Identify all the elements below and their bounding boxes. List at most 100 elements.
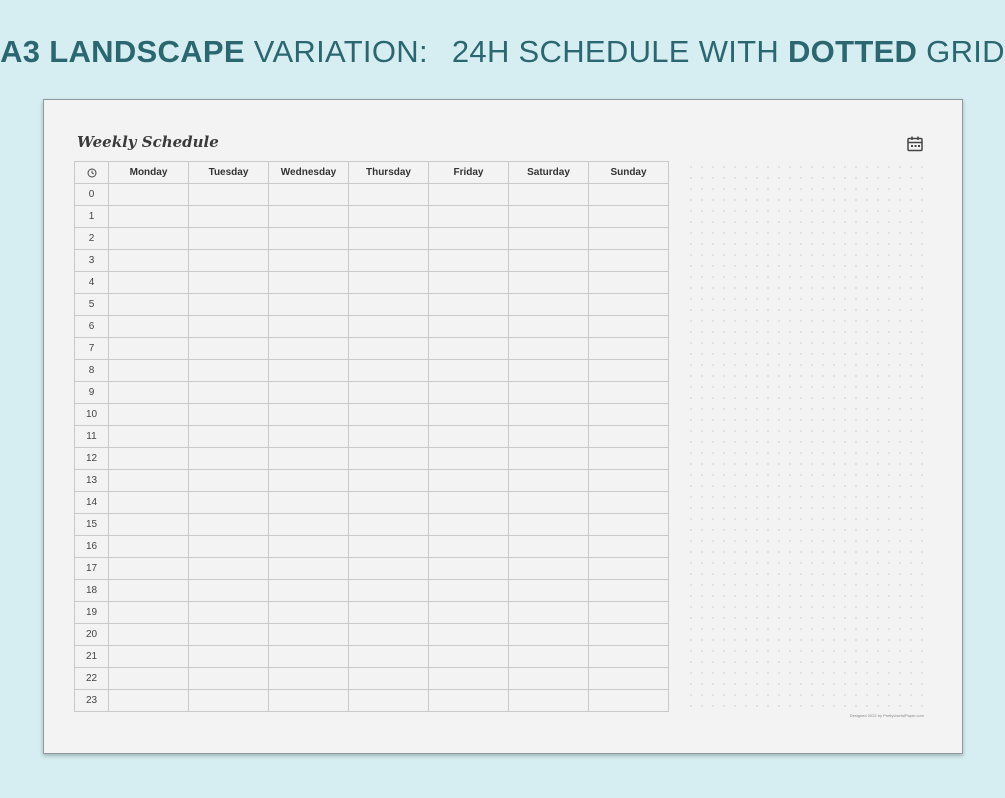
schedule-cell[interactable] — [348, 689, 429, 712]
schedule-cell[interactable] — [268, 315, 349, 338]
schedule-cell[interactable] — [428, 183, 509, 206]
schedule-cell[interactable] — [348, 447, 429, 470]
schedule-cell[interactable] — [188, 315, 269, 338]
schedule-cell[interactable] — [508, 623, 589, 646]
schedule-cell[interactable] — [428, 623, 509, 646]
schedule-cell[interactable] — [108, 513, 189, 536]
schedule-cell[interactable] — [588, 425, 669, 448]
schedule-cell[interactable] — [428, 293, 509, 316]
schedule-cell[interactable] — [508, 293, 589, 316]
schedule-cell[interactable] — [188, 381, 269, 404]
schedule-cell[interactable] — [508, 337, 589, 360]
schedule-cell[interactable] — [268, 469, 349, 492]
schedule-cell[interactable] — [588, 689, 669, 712]
schedule-cell[interactable] — [268, 689, 349, 712]
schedule-cell[interactable] — [348, 205, 429, 228]
schedule-cell[interactable] — [588, 535, 669, 558]
schedule-cell[interactable] — [348, 469, 429, 492]
schedule-cell[interactable] — [188, 183, 269, 206]
schedule-cell[interactable] — [428, 645, 509, 668]
schedule-cell[interactable] — [268, 403, 349, 426]
schedule-cell[interactable] — [188, 403, 269, 426]
schedule-cell[interactable] — [508, 183, 589, 206]
schedule-cell[interactable] — [508, 425, 589, 448]
schedule-cell[interactable] — [188, 337, 269, 360]
schedule-cell[interactable] — [588, 601, 669, 624]
schedule-cell[interactable] — [588, 403, 669, 426]
schedule-cell[interactable] — [428, 535, 509, 558]
schedule-cell[interactable] — [108, 601, 189, 624]
schedule-cell[interactable] — [268, 579, 349, 602]
schedule-cell[interactable] — [188, 447, 269, 470]
schedule-cell[interactable] — [428, 491, 509, 514]
schedule-cell[interactable] — [428, 381, 509, 404]
schedule-cell[interactable] — [428, 601, 509, 624]
schedule-cell[interactable] — [108, 271, 189, 294]
schedule-cell[interactable] — [588, 227, 669, 250]
schedule-cell[interactable] — [108, 293, 189, 316]
schedule-cell[interactable] — [588, 557, 669, 580]
schedule-cell[interactable] — [188, 227, 269, 250]
schedule-cell[interactable] — [268, 249, 349, 272]
schedule-cell[interactable] — [268, 447, 349, 470]
schedule-cell[interactable] — [188, 579, 269, 602]
schedule-cell[interactable] — [428, 425, 509, 448]
schedule-cell[interactable] — [428, 359, 509, 382]
schedule-cell[interactable] — [508, 601, 589, 624]
schedule-cell[interactable] — [588, 337, 669, 360]
schedule-cell[interactable] — [508, 447, 589, 470]
schedule-cell[interactable] — [508, 315, 589, 338]
schedule-cell[interactable] — [588, 491, 669, 514]
schedule-cell[interactable] — [188, 359, 269, 382]
schedule-cell[interactable] — [188, 513, 269, 536]
schedule-cell[interactable] — [588, 645, 669, 668]
schedule-cell[interactable] — [108, 359, 189, 382]
schedule-cell[interactable] — [108, 535, 189, 558]
schedule-cell[interactable] — [588, 579, 669, 602]
schedule-cell[interactable] — [108, 447, 189, 470]
schedule-cell[interactable] — [428, 315, 509, 338]
schedule-cell[interactable] — [268, 359, 349, 382]
schedule-cell[interactable] — [108, 227, 189, 250]
schedule-cell[interactable] — [428, 667, 509, 690]
schedule-cell[interactable] — [268, 557, 349, 580]
schedule-cell[interactable] — [188, 689, 269, 712]
schedule-cell[interactable] — [508, 491, 589, 514]
schedule-cell[interactable] — [428, 403, 509, 426]
schedule-cell[interactable] — [348, 557, 429, 580]
schedule-cell[interactable] — [268, 205, 349, 228]
schedule-cell[interactable] — [348, 491, 429, 514]
schedule-cell[interactable] — [428, 249, 509, 272]
schedule-cell[interactable] — [348, 535, 429, 558]
schedule-cell[interactable] — [508, 557, 589, 580]
schedule-cell[interactable] — [508, 579, 589, 602]
schedule-cell[interactable] — [108, 337, 189, 360]
schedule-cell[interactable] — [428, 513, 509, 536]
schedule-cell[interactable] — [588, 293, 669, 316]
schedule-cell[interactable] — [428, 557, 509, 580]
schedule-cell[interactable] — [268, 645, 349, 668]
schedule-cell[interactable] — [188, 535, 269, 558]
schedule-cell[interactable] — [268, 227, 349, 250]
schedule-cell[interactable] — [588, 271, 669, 294]
schedule-cell[interactable] — [188, 469, 269, 492]
schedule-cell[interactable] — [188, 271, 269, 294]
schedule-cell[interactable] — [268, 491, 349, 514]
schedule-cell[interactable] — [268, 337, 349, 360]
schedule-cell[interactable] — [268, 271, 349, 294]
schedule-cell[interactable] — [108, 469, 189, 492]
schedule-cell[interactable] — [188, 249, 269, 272]
schedule-cell[interactable] — [188, 623, 269, 646]
schedule-cell[interactable] — [268, 183, 349, 206]
schedule-cell[interactable] — [508, 271, 589, 294]
schedule-cell[interactable] — [508, 359, 589, 382]
schedule-cell[interactable] — [348, 513, 429, 536]
schedule-cell[interactable] — [588, 469, 669, 492]
schedule-cell[interactable] — [508, 535, 589, 558]
schedule-cell[interactable] — [108, 315, 189, 338]
schedule-cell[interactable] — [588, 513, 669, 536]
schedule-cell[interactable] — [188, 293, 269, 316]
schedule-cell[interactable] — [188, 557, 269, 580]
schedule-cell[interactable] — [348, 271, 429, 294]
schedule-cell[interactable] — [188, 425, 269, 448]
